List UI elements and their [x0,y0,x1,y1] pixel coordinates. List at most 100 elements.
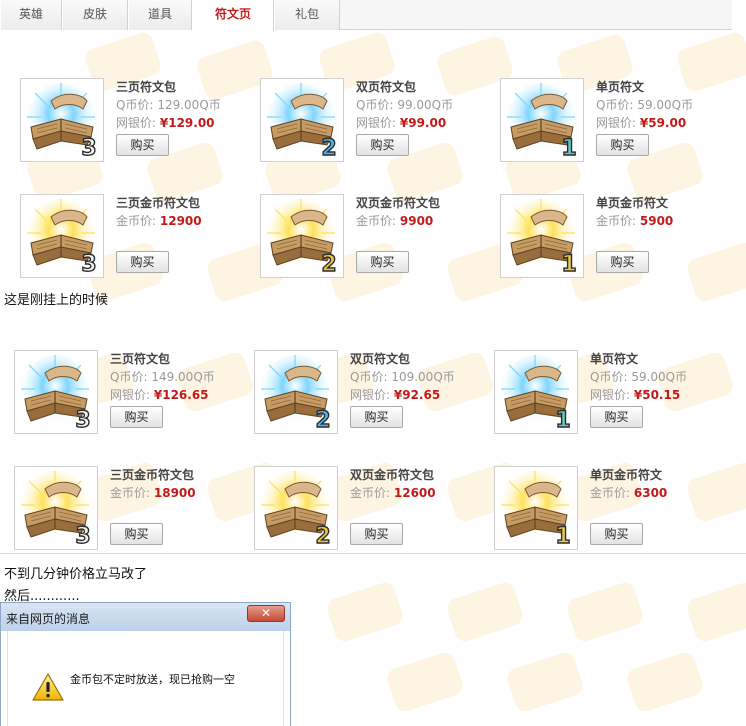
buy-button[interactable]: 购买 [590,406,643,428]
price-label: 金币价: [590,486,631,500]
product-name[interactable]: 单页符文 [590,350,638,367]
qcoin-price: Q币价: 109.00Q币 [350,368,455,385]
bank-price: 网银价: ¥92.65 [350,386,440,403]
bank-price: 网银价: ¥126.65 [110,386,209,403]
price-value: 5900 [639,214,674,228]
tab-rune-pages[interactable]: 符文页 [192,0,274,31]
buy-button[interactable]: 购买 [110,523,163,545]
product-name[interactable]: 单页符文 [596,78,644,95]
price-label: 金币价: [116,214,157,228]
product-name[interactable]: 三页金币符文包 [116,194,200,211]
watermark-logo [444,580,526,644]
gold-price: 金币价: 12600 [350,484,436,501]
gold-price: 金币价: 9900 [356,212,433,229]
watermark-logo [324,580,406,644]
buy-button[interactable]: 购买 [596,134,649,156]
svg-text:1: 1 [561,136,576,161]
price-value: 6300 [633,486,668,500]
svg-text:3: 3 [75,408,90,433]
product-name[interactable]: 单页金币符文 [590,466,662,483]
buy-button[interactable]: 购买 [356,134,409,156]
tab-skins[interactable]: 皮肤 [62,0,128,30]
warning-icon [32,673,64,701]
product-thumbnail[interactable]: 2 [254,350,338,434]
product-thumbnail[interactable]: 1 [494,466,578,550]
product-name[interactable]: 三页符文包 [116,78,176,95]
price-value: 12600 [393,486,436,500]
product-name[interactable]: 双页符文包 [350,350,410,367]
svg-text:1: 1 [561,252,576,277]
caption-just-listed: 这是刚挂上的时候 [4,293,109,308]
bank-price: 网银价: ¥59.00 [596,114,686,131]
svg-text:3: 3 [81,136,96,161]
product-thumbnail[interactable]: 2 [260,194,344,278]
product-thumbnail[interactable]: 2 [260,78,344,162]
product-name[interactable]: 双页符文包 [356,78,416,95]
product-thumbnail[interactable]: 1 [500,78,584,162]
product-thumbnail[interactable]: 3 [20,78,104,162]
price-value: 18900 [153,486,196,500]
dialog-titlebar: 来自网页的消息 ✕ [1,603,290,631]
product-name[interactable]: 三页符文包 [110,350,170,367]
product-name[interactable]: 双页金币符文包 [356,194,440,211]
caption-price-changed: 不到几分钟价格立马改了 [4,567,148,582]
price-label: Q币价: [110,370,148,384]
price-label: 金币价: [350,486,391,500]
qcoin-price: Q币价: 59.00Q币 [590,368,687,385]
price-label: Q币价: [356,98,394,112]
price-value: 129.00Q币 [157,98,221,112]
product-thumbnail[interactable]: 2 [254,466,338,550]
watermark-logo [624,650,706,714]
svg-text:1: 1 [555,524,570,549]
divider [0,553,746,554]
price-label: Q币价: [596,98,634,112]
price-value: ¥50.15 [633,388,681,402]
buy-button[interactable]: 购买 [116,134,169,156]
product-name[interactable]: 双页金币符文包 [350,466,434,483]
product-thumbnail[interactable]: 1 [500,194,584,278]
product-name[interactable]: 单页金币符文 [596,194,668,211]
dialog-message: 金币包不定时放送，现已抢购一空 [70,673,235,686]
buy-button[interactable]: 购买 [596,251,649,273]
price-value: 9900 [399,214,434,228]
price-value: 109.00Q币 [391,370,455,384]
price-value: 12900 [159,214,202,228]
product-name[interactable]: 三页金币符文包 [110,466,194,483]
bank-price: 网银价: ¥99.00 [356,114,446,131]
price-label: Q币价: [350,370,388,384]
product-thumbnail[interactable]: 1 [494,350,578,434]
price-label: 网银价: [350,388,391,402]
buy-button[interactable]: 购买 [356,251,409,273]
close-button[interactable]: ✕ [247,605,285,622]
tab-gift-packs[interactable]: 礼包 [274,0,340,30]
tab-heroes[interactable]: 英雄 [0,0,62,30]
buy-button[interactable]: 购买 [350,523,403,545]
product-thumbnail[interactable]: 3 [20,194,104,278]
watermark-logo [684,460,746,524]
qcoin-price: Q币价: 59.00Q币 [596,96,693,113]
price-label: Q币价: [116,98,154,112]
watermark-logo [504,650,586,714]
product-thumbnail[interactable]: 3 [14,350,98,434]
price-label: Q币价: [590,370,628,384]
price-value: ¥99.00 [399,116,447,130]
qcoin-price: Q币价: 99.00Q币 [356,96,453,113]
watermark-logo [674,30,746,94]
qcoin-price: Q币价: 129.00Q币 [116,96,221,113]
buy-button[interactable]: 购买 [350,406,403,428]
buy-button[interactable]: 购买 [116,251,169,273]
price-value: 149.00Q币 [151,370,215,384]
qcoin-price: Q币价: 149.00Q币 [110,368,215,385]
price-value: 59.00Q币 [637,98,694,112]
gold-price: 金币价: 6300 [590,484,667,501]
buy-button[interactable]: 购买 [110,406,163,428]
buy-button[interactable]: 购买 [590,523,643,545]
product-thumbnail[interactable]: 3 [14,466,98,550]
price-value: 99.00Q币 [397,98,454,112]
tab-items[interactable]: 道具 [128,0,192,30]
price-value: ¥129.00 [159,116,215,130]
price-label: 金币价: [356,214,397,228]
svg-text:1: 1 [555,408,570,433]
watermark-logo [684,580,746,644]
message-dialog: 来自网页的消息 ✕ [0,602,291,726]
